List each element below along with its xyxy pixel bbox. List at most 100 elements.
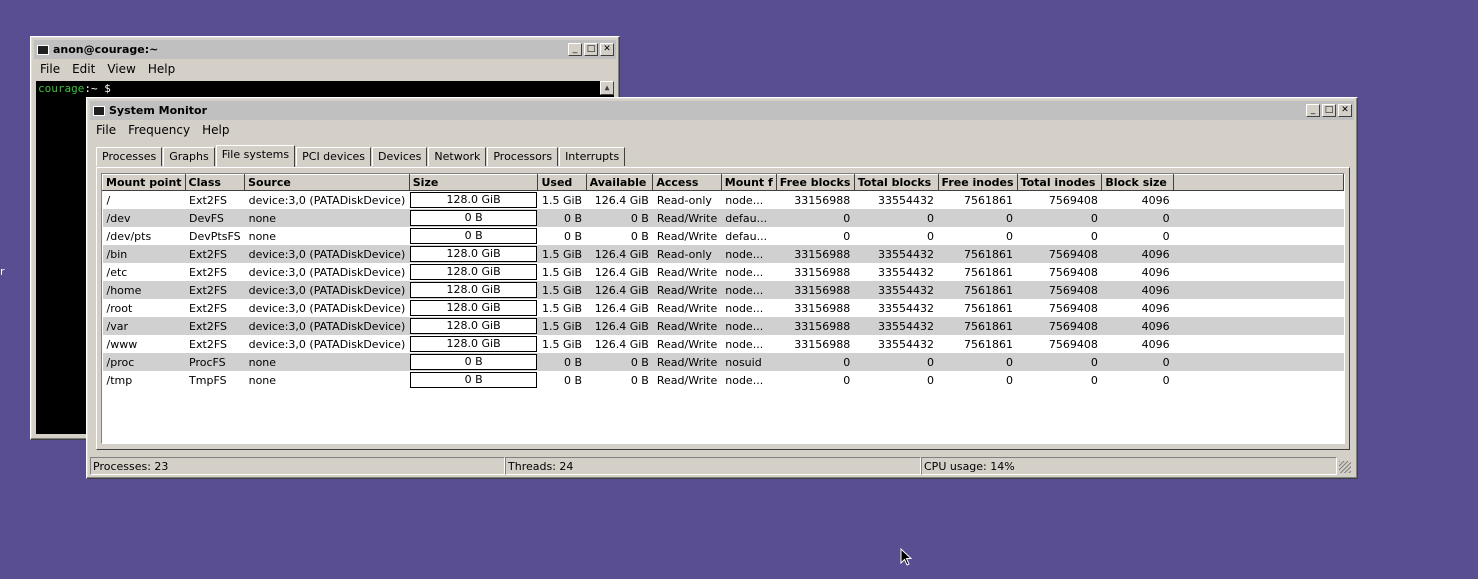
table-cell-free-inodes: 7561861 — [964, 193, 1014, 207]
menu-help[interactable]: Help — [196, 123, 235, 137]
table-cell-total-inodes: 0 — [1017, 209, 1102, 227]
column-header-free-inodes[interactable]: Free inodes — [937, 174, 1018, 191]
menu-frequency[interactable]: Frequency — [122, 123, 196, 137]
size-cell: 128.0 GiB — [409, 263, 538, 281]
table-cell-access: Read/Write — [656, 265, 718, 279]
scroll-up-icon[interactable]: ▲ — [600, 81, 614, 95]
menu-help[interactable]: Help — [142, 62, 181, 76]
table-cell-source: none — [244, 353, 410, 371]
close-button[interactable]: ✕ — [1338, 104, 1352, 117]
tab-interrupts[interactable]: Interrupts — [559, 147, 626, 166]
menu-file[interactable]: File — [90, 123, 122, 137]
sysmon-titlebar[interactable]: System Monitor _ □ ✕ — [90, 101, 1354, 120]
table-cell-source: device:3,0 (PATADiskDevice) — [248, 301, 406, 315]
tab-graphs[interactable]: Graphs — [163, 147, 215, 166]
file-systems-table[interactable]: Mount point Class Source Size Used Available A… — [101, 173, 1345, 444]
table-cell-total-inodes: 7569408 — [1017, 281, 1102, 299]
column-header-mount-point[interactable]: Mount point — [102, 174, 186, 191]
size-cell: 128.0 GiB — [409, 335, 538, 353]
tab-processors[interactable]: Processors — [487, 147, 559, 166]
table-cell-total-blocks: 33554432 — [854, 281, 939, 299]
table-cell-available: 0 B — [586, 353, 653, 371]
table-cell-free-inodes: 7561861 — [964, 337, 1014, 351]
size-bar: 0 B — [410, 228, 537, 244]
table-cell-access: Read/Write — [656, 337, 718, 351]
table-cell-used: 1.5 GiB — [541, 301, 583, 315]
table-cell-free-blocks: 0 — [776, 209, 855, 227]
table-row[interactable]: /www Ext2FS device:3,0 (PATADiskDevice) 128… — [103, 335, 1344, 353]
tab-devices[interactable]: Devices — [372, 147, 428, 166]
table-cell-mount-f: defau... — [721, 209, 777, 227]
table-cell-class: Ext2FS — [185, 317, 245, 335]
table-row[interactable]: / Ext2FS device:3,0 (PATADiskDevice) 128.0 … — [103, 191, 1344, 210]
table-cell-available: 126.4 GiB — [594, 265, 649, 279]
maximize-button[interactable]: □ — [584, 43, 598, 56]
column-header-class[interactable]: Class — [184, 174, 246, 191]
table-cell-free-blocks: 0 — [843, 229, 851, 243]
table-cell-source: device:3,0 (PATADiskDevice) — [244, 317, 410, 335]
size-bar: 128.0 GiB — [410, 318, 537, 334]
table-cell-free-blocks: 0 — [776, 353, 855, 371]
table-cell-used: 0 B — [564, 373, 583, 387]
table-cell-block-size: 0 — [1162, 373, 1170, 387]
column-header-mount-f[interactable]: Mount f — [720, 174, 777, 191]
table-row[interactable]: /root Ext2FS device:3,0 (PATADiskDevice) 12… — [103, 299, 1344, 317]
table-cell-access: Read-only — [652, 245, 722, 263]
column-header-size[interactable]: Size — [408, 174, 539, 191]
size-bar: 0 B — [410, 210, 537, 226]
tab-pci-devices[interactable]: PCI devices — [296, 147, 372, 166]
table-row[interactable]: /dev/pts DevPtsFS none 0 B 0 B 0 B Read/Write d… — [103, 227, 1344, 245]
sysmon-title: System Monitor — [109, 104, 207, 117]
table-cell-free-inodes: 7561861 — [938, 317, 1018, 335]
table-row[interactable]: /bin Ext2FS device:3,0 (PATADiskDevice) 128… — [102, 245, 1344, 263]
statusbar: Processes: 23 Threads: 24 CPU usage: 14% — [90, 457, 1354, 475]
column-header-free-blocks[interactable]: Free blocks — [775, 174, 855, 191]
tab-processes[interactable]: Processes — [96, 147, 163, 166]
table-cell-available: 0 B — [630, 229, 649, 243]
desktop-edge-text: r — [0, 265, 5, 278]
minimize-button[interactable]: _ — [568, 43, 582, 56]
table-row[interactable]: /dev DevFS none 0 B0 B0 B Read/Write defau...… — [102, 209, 1344, 227]
system-monitor-window[interactable]: System Monitor _ □ ✕ File Frequency Help… — [86, 97, 1358, 479]
table-cell-available: 0 B — [630, 373, 649, 387]
table-row[interactable]: /tmp TmpFS none 0 B 0 B 0 B Read/Write node... 0… — [103, 371, 1344, 389]
menu-file[interactable]: File — [34, 62, 66, 76]
table-cell-free-blocks: 33156988 — [794, 265, 851, 279]
column-header-block-size[interactable]: Block size — [1101, 174, 1175, 191]
minimize-button[interactable]: _ — [1306, 104, 1320, 117]
size-bar: 128.0 GiB — [410, 282, 537, 298]
table-cell-free-inodes: 7561861 — [938, 281, 1018, 299]
table-row[interactable]: /var Ext2FS device:3,0 (PATADiskDevice) 128… — [102, 317, 1344, 335]
resize-grip-icon[interactable] — [1339, 461, 1351, 473]
column-header-used[interactable]: Used — [537, 174, 587, 191]
table-cell-total-blocks: 33554432 — [878, 265, 935, 279]
table-cell-available: 126.4 GiB — [586, 317, 653, 335]
tab-network[interactable]: Network — [428, 147, 487, 166]
table-cell-free-inodes: 7561861 — [964, 265, 1014, 279]
menu-view[interactable]: View — [101, 62, 141, 76]
table-cell-free-blocks: 0 — [843, 373, 851, 387]
tab-file-systems[interactable]: File systems — [215, 145, 296, 167]
column-header-available[interactable]: Available — [585, 174, 654, 191]
system-monitor-icon — [93, 105, 105, 116]
table-row[interactable]: /proc ProcFS none 0 B0 B0 B Read/Write nosuid… — [102, 353, 1344, 371]
table-cell-mount-point: /var — [102, 317, 186, 335]
size-cell: 128.0 GiB — [409, 245, 538, 263]
close-button[interactable]: ✕ — [600, 43, 614, 56]
column-header-access[interactable]: Access — [652, 174, 722, 191]
table-cell-mount-f: node... — [725, 301, 764, 315]
menu-edit[interactable]: Edit — [66, 62, 101, 76]
table-cell-class: Ext2FS — [185, 245, 245, 263]
table-row[interactable]: /home Ext2FS device:3,0 (PATADiskDevice) 12… — [102, 281, 1344, 299]
column-header-total-inodes[interactable]: Total inodes — [1016, 174, 1103, 191]
terminal-titlebar[interactable]: anon@courage:~ _ □ ✕ — [34, 40, 616, 59]
table-cell-used: 1.5 GiB — [541, 337, 583, 351]
table-cell-filler — [1174, 227, 1344, 245]
column-header-source[interactable]: Source — [244, 174, 410, 191]
maximize-button[interactable]: □ — [1322, 104, 1336, 117]
column-header-total-blocks[interactable]: Total blocks — [853, 174, 939, 191]
table-row[interactable]: /etc Ext2FS device:3,0 (PATADiskDevice) 128… — [103, 263, 1344, 281]
table-cell-class: Ext2FS — [189, 265, 227, 279]
table-cell-filler — [1174, 335, 1344, 353]
table-cell-source: none — [244, 209, 410, 227]
